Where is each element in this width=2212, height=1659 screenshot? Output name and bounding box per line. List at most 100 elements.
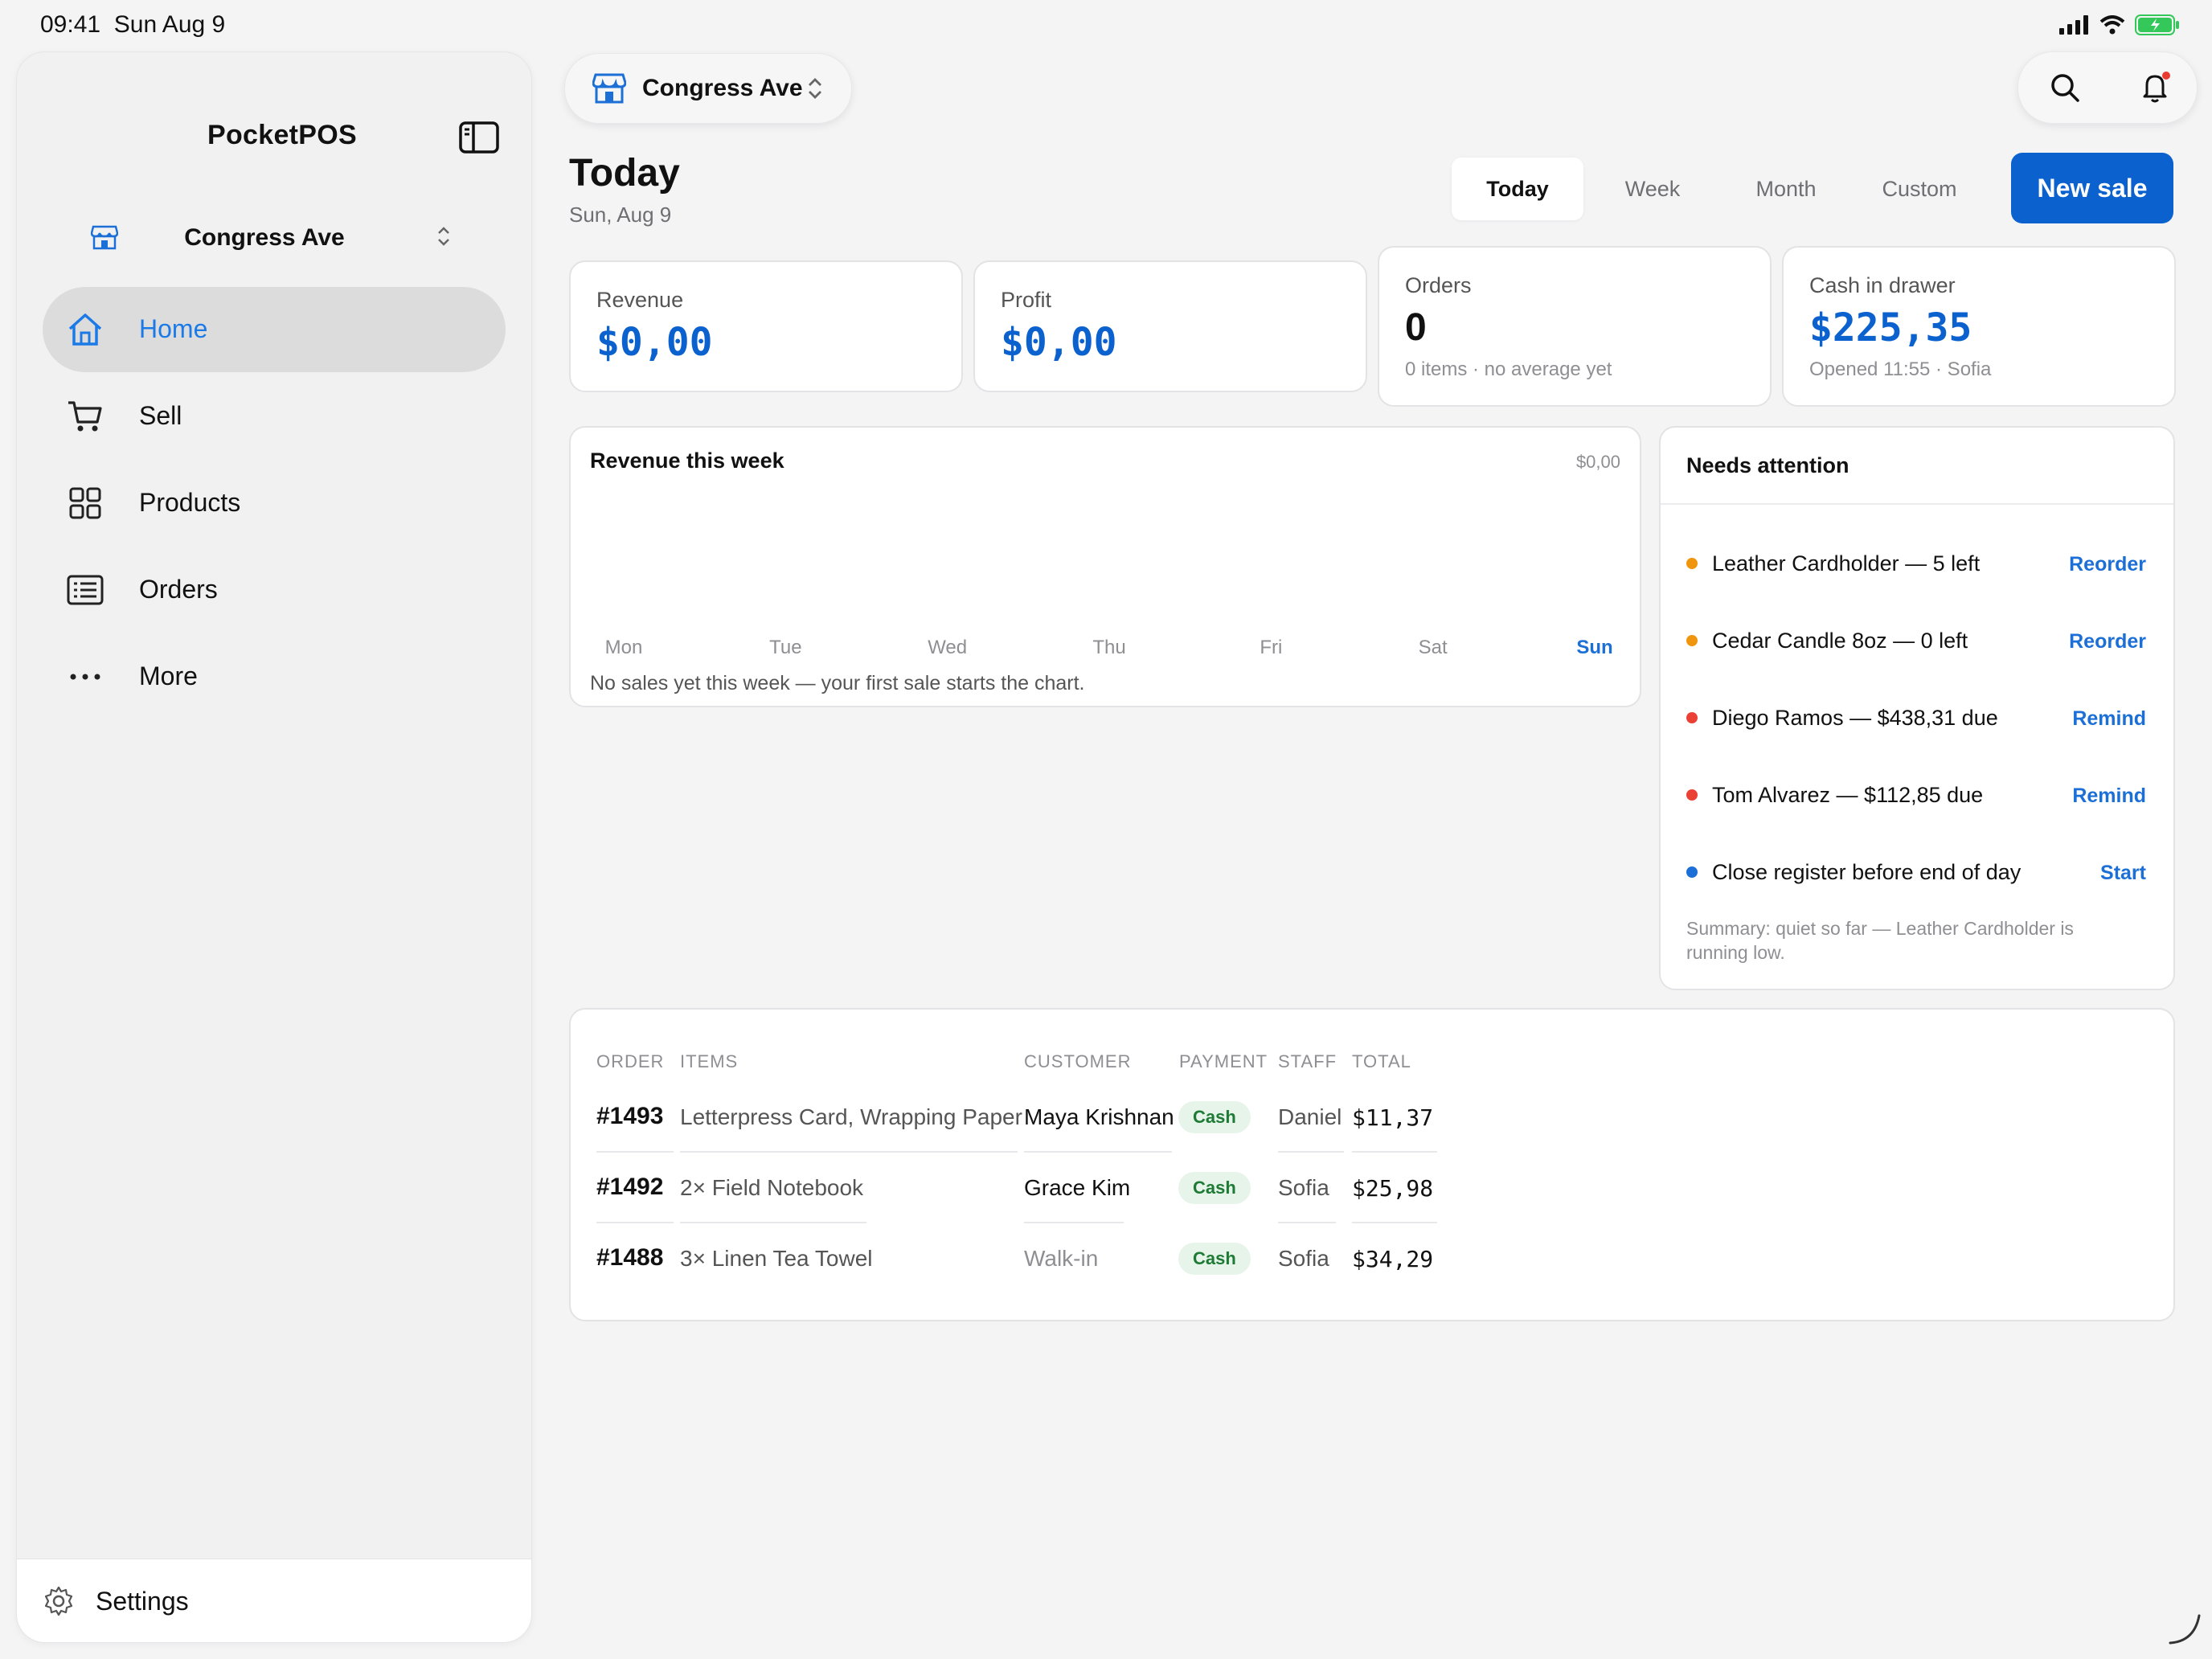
order-customer: Maya Krishnan	[1024, 1104, 1174, 1129]
order-staff: Sofia	[1278, 1246, 1329, 1271]
column-header: PAYMENT	[1179, 1051, 1268, 1071]
range-tab-week[interactable]: Week	[1587, 158, 1718, 220]
resize-handle-icon[interactable]	[2167, 1611, 2202, 1646]
chevron-updown-icon	[438, 227, 449, 246]
cash-value: $225,35	[1809, 305, 1972, 350]
order-customer: Grace Kim	[1024, 1175, 1131, 1200]
row-divider	[680, 1151, 1018, 1153]
order-customer: Walk-in	[1024, 1246, 1099, 1271]
chart-tick-label: Thu	[1092, 637, 1126, 658]
order-items: 3× Linen Tea Towel	[680, 1246, 873, 1271]
sidebar-item-products[interactable]: Products	[43, 461, 506, 546]
remind-button[interactable]: Remind	[2072, 784, 2146, 808]
row-divider	[1024, 1222, 1124, 1223]
orders-value: 0	[1405, 306, 1427, 349]
settings-label: Settings	[96, 1587, 189, 1616]
order-staff: Daniel	[1278, 1104, 1342, 1129]
row-divider	[1352, 1151, 1437, 1153]
column-header: ITEMS	[680, 1051, 739, 1071]
sidebar-item-home[interactable]: Home	[43, 287, 506, 372]
chart-tick-label: Fri	[1260, 637, 1283, 658]
row-divider	[1024, 1151, 1172, 1153]
payment-badge: Cash	[1178, 1172, 1251, 1204]
order-total: $34,29	[1352, 1246, 1434, 1272]
sidebar-item-sell[interactable]: Sell	[43, 374, 506, 459]
notifications-button[interactable]	[2139, 70, 2174, 109]
orders-card[interactable]: Orders 0 0 items · no average yet	[1378, 246, 1772, 407]
recent-orders-card: ORDER ITEMS CUSTOMER PAYMENT STAFF TOTAL…	[569, 1008, 2175, 1321]
payment-badge: Cash	[1178, 1243, 1251, 1275]
range-tab-month[interactable]: Month	[1720, 158, 1852, 220]
revenue-label: Revenue	[596, 288, 684, 312]
range-tab-today[interactable]: Today	[1452, 158, 1583, 220]
bell-icon	[2143, 72, 2170, 103]
sidebar-toggle-button[interactable]	[459, 121, 499, 154]
status-date: Sun Aug 9	[113, 11, 226, 38]
home-icon	[68, 313, 102, 346]
profit-label: Profit	[1001, 288, 1052, 312]
order-total: $11,37	[1352, 1104, 1434, 1131]
order-items: 2× Field Notebook	[680, 1175, 864, 1200]
status-clock: 09:41	[40, 11, 101, 38]
top-actions	[2017, 51, 2198, 124]
sidebar-item-more[interactable]: More	[43, 634, 506, 719]
revenue-value: $0,00	[596, 320, 713, 365]
wifi-icon	[2099, 15, 2125, 35]
start-button[interactable]: Start	[2100, 862, 2146, 885]
app-name: PocketPOS	[207, 120, 357, 150]
sidebar-item-label: Orders	[139, 575, 218, 604]
status-dot	[1686, 712, 1698, 723]
attention-item: Tom Alvarez — $112,85 due Remind	[1686, 780, 2146, 812]
attention-item: Close register before end of day Start	[1686, 857, 2146, 889]
attention-item-text: Cedar Candle 8oz — 0 left	[1712, 629, 1968, 653]
sidebar-settings[interactable]: Settings	[17, 1559, 531, 1642]
range-tab-custom[interactable]: Custom	[1854, 158, 1985, 220]
attention-summary: Summary: quiet so far — Leather Cardhold…	[1686, 918, 2074, 963]
attention-item: Cedar Candle 8oz — 0 left Reorder	[1686, 625, 2146, 657]
attention-item-text: Diego Ramos — $438,31 due	[1712, 706, 1998, 730]
row-divider	[596, 1222, 674, 1223]
list-icon	[67, 575, 104, 605]
remind-button[interactable]: Remind	[2072, 707, 2146, 731]
search-button[interactable]	[2049, 72, 2081, 108]
signal-icon	[2059, 15, 2088, 35]
search-icon	[2051, 74, 2079, 102]
new-sale-button[interactable]: New sale	[2011, 153, 2173, 223]
page-title: Today	[569, 152, 680, 195]
column-header: CUSTOMER	[1024, 1051, 1132, 1071]
row-divider	[1352, 1222, 1437, 1223]
reorder-button[interactable]: Reorder	[2069, 630, 2146, 653]
status-dot	[1686, 558, 1698, 569]
status-icons	[2059, 14, 2180, 35]
chart-tick-label: Wed	[928, 637, 968, 658]
cash-card[interactable]: Cash in drawer $225,35 Opened 11:55 · So…	[1782, 246, 2176, 407]
revenue-chart-card: Revenue this week $0,00 Mon Tue Wed Thu Fri S…	[569, 426, 1641, 707]
profit-card[interactable]: Profit $0,00	[973, 260, 1367, 392]
row-divider	[680, 1222, 866, 1223]
profit-value: $0,00	[1001, 320, 1117, 365]
sidebar-toggle-icon	[459, 121, 499, 154]
sidebar-item-label: Home	[139, 314, 208, 343]
order-staff: Sofia	[1278, 1175, 1329, 1200]
orders-label: Orders	[1405, 273, 1472, 297]
sidebar-item-label: More	[139, 662, 198, 690]
reorder-button[interactable]: Reorder	[2069, 553, 2146, 576]
store-switcher[interactable]: Congress Ave	[564, 53, 852, 124]
attention-item: Diego Ramos — $438,31 due Remind	[1686, 703, 2146, 735]
orders-subtext: 0 items · no average yet	[1405, 358, 1612, 380]
status-dot	[1686, 635, 1698, 646]
sidebar-store-selector[interactable]: Congress Ave	[55, 207, 473, 268]
more-icon	[70, 674, 100, 680]
revenue-card[interactable]: Revenue $0,00	[569, 260, 963, 392]
sidebar-item-label: Products	[139, 488, 241, 517]
chart-title: Revenue this week	[590, 449, 784, 473]
status-dot	[1686, 866, 1698, 878]
sidebar-item-label: Sell	[139, 401, 182, 430]
order-items: Letterpress Card, Wrapping Paper	[680, 1104, 1022, 1129]
store-switcher-label: Congress Ave	[642, 75, 803, 101]
status-dot	[1686, 789, 1698, 801]
sidebar-item-orders[interactable]: Orders	[43, 547, 506, 633]
cart-icon	[68, 401, 102, 432]
store-icon	[592, 73, 626, 104]
column-header: TOTAL	[1352, 1051, 1411, 1071]
